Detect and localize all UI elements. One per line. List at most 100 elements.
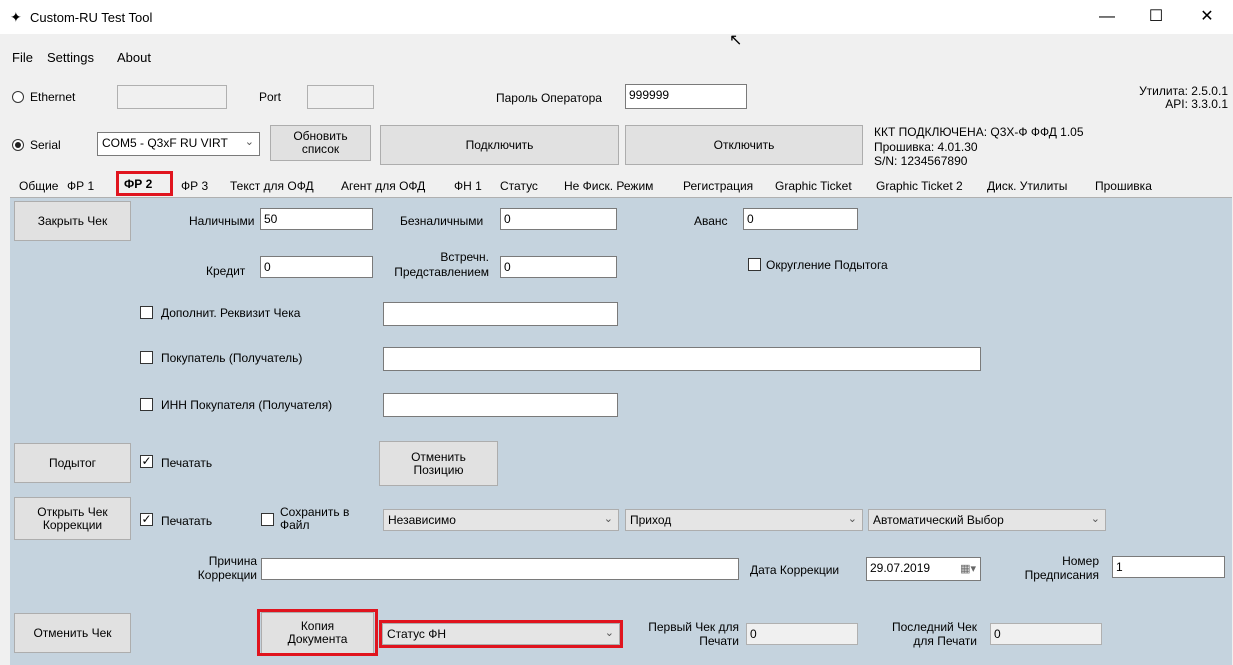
buyer-inn-checkbox[interactable] [140,398,153,411]
rounding-checkbox[interactable] [748,258,761,271]
firmware-version: Прошивка: 4.01.30 [874,140,978,154]
fr2-panel [10,197,1232,665]
tab-fn1[interactable]: ФН 1 [454,176,482,196]
tab-ofd-text[interactable]: Текст для ОФД [230,176,314,196]
correction-date-value: 29.07.2019 [870,561,931,575]
cash-label: Наличными [189,214,255,228]
print-correction-checkbox[interactable]: ✓ [140,513,153,526]
ip-address-field[interactable] [117,85,227,109]
tab-ofd-agent[interactable]: Агент для ОФД [341,176,425,196]
first-check-label-1: Первый Чек для [648,620,739,634]
calendar-icon: ▦▾ [960,563,976,575]
first-check-field[interactable]: 0 [746,623,858,645]
print-correction-label: Печатать [161,514,213,528]
operator-password-label: Пароль Оператора [496,91,602,105]
first-check-label-2: Печати [699,634,739,648]
menu-about[interactable]: About [117,50,151,65]
utility-version: Утилита: 2.5.0.1 [1139,84,1228,98]
buyer-checkbox[interactable] [140,351,153,364]
tab-general[interactable]: Общие [19,176,58,196]
tab-nonfiscal[interactable]: Не Фиск. Режим [564,176,653,196]
minimize-button[interactable]: — [1084,0,1130,34]
counter-label-1: Встречн. [440,250,489,264]
correction-type-value: Независимо [388,513,456,527]
connect-button[interactable]: Подключить [380,125,619,165]
api-version: API: 3.3.0.1 [1165,97,1228,111]
order-number-label-1: Номер [1062,554,1099,568]
tax-choice-select[interactable]: Автоматический Выбор ⌄ [868,509,1106,531]
buyer-inn-label: ИНН Покупателя (Получателя) [161,398,333,412]
extra-requisite-checkbox[interactable] [140,306,153,319]
tab-status[interactable]: Статус [500,176,538,196]
close-button[interactable]: ✕ [1184,0,1230,34]
correction-reason-field[interactable] [261,558,739,580]
com-port-select[interactable]: COM5 - Q3xF RU VIRT ⌄ [97,132,260,156]
close-check-button[interactable]: Закрыть Чек [14,201,131,241]
chevron-down-icon: ⌄ [847,513,857,525]
tab-firmware[interactable]: Прошивка [1095,176,1152,196]
cancel-check-button[interactable]: Отменить Чек [14,613,131,653]
correction-direction-select[interactable]: Приход ⌄ [625,509,863,531]
chevron-down-icon: ⌄ [244,136,254,148]
cashless-field[interactable]: 0 [500,208,617,230]
tab-registration[interactable]: Регистрация [683,176,753,196]
menu-file[interactable]: File [12,50,33,65]
last-check-label-1: Последний Чек [891,620,977,634]
buyer-label: Покупатель (Получатель) [161,351,303,365]
cash-field[interactable]: 50 [260,208,373,230]
credit-label: Кредит [206,264,246,278]
correction-direction-value: Приход [630,513,672,527]
correction-date-label: Дата Коррекции [750,563,840,577]
serial-number: S/N: 1234567890 [874,154,968,168]
print-checkbox[interactable]: ✓ [140,455,153,468]
chevron-down-icon: ⌄ [1090,513,1100,525]
reason-label-2: Коррекции [197,568,257,582]
disconnect-button[interactable]: Отключить [625,125,863,165]
app-logo-icon: ✦ [10,9,22,25]
com-port-value: COM5 - Q3xF RU VIRT [102,136,228,150]
port-label: Port [259,90,282,104]
cancel-position-button[interactable]: Отменить Позицию [379,441,498,486]
ethernet-label: Ethernet [30,90,76,104]
extra-requisite-label: Дополнит. Реквизит Чека [161,306,301,320]
buyer-field[interactable] [383,347,981,371]
tab-graphic-ticket[interactable]: Graphic Ticket [775,176,852,196]
serial-label: Serial [30,138,61,152]
buyer-inn-field[interactable] [383,393,618,417]
fn-status-highlight [379,620,623,648]
counter-field[interactable]: 0 [500,256,617,278]
advance-field[interactable]: 0 [743,208,858,230]
subtotal-button[interactable]: Подытог [14,443,131,483]
last-check-field[interactable]: 0 [990,623,1102,645]
connection-status: ККТ ПОДКЛЮЧЕНА: Q3X-Ф ФФД 1.05 [874,125,1084,139]
save-to-file-label: Сохранить в Файл [280,505,350,532]
reason-label-1: Причина [208,554,257,568]
tab-graphic-ticket-2[interactable]: Graphic Ticket 2 [876,176,963,196]
correction-date-field[interactable]: 29.07.2019 ▦▾ [866,557,981,581]
save-to-file-checkbox[interactable] [261,513,274,526]
extra-requisite-field[interactable] [383,302,618,326]
print-label: Печатать [161,456,213,470]
serial-radio[interactable] [12,139,24,151]
tab-fr1[interactable]: ФР 1 [67,176,94,196]
maximize-button[interactable]: ☐ [1133,0,1179,34]
counter-label-2: Представлением [394,265,489,279]
refresh-list-button[interactable]: Обновить список [270,125,371,161]
open-correction-check-button[interactable]: Открыть Чек Коррекции [14,497,131,540]
chevron-down-icon: ⌄ [603,513,613,525]
operator-password-field[interactable]: 999999 [625,84,747,109]
credit-field[interactable]: 0 [260,256,373,278]
last-check-label-2: для Печати [913,634,977,648]
order-number-label-2: Предписания [1024,568,1099,582]
correction-type-select[interactable]: Независимо ⌄ [383,509,619,531]
cursor-icon: ↖ [729,32,743,49]
tab-disk-utils[interactable]: Диск. Утилиты [987,176,1067,196]
tab-fr2-highlight [116,171,173,196]
menu-settings[interactable]: Settings [47,50,94,65]
tab-fr3[interactable]: ФР 3 [181,176,208,196]
port-field[interactable] [307,85,374,109]
order-number-field[interactable]: 1 [1112,556,1225,578]
copy-document-highlight [257,609,378,656]
advance-label: Аванс [694,214,728,228]
ethernet-radio[interactable] [12,91,24,103]
